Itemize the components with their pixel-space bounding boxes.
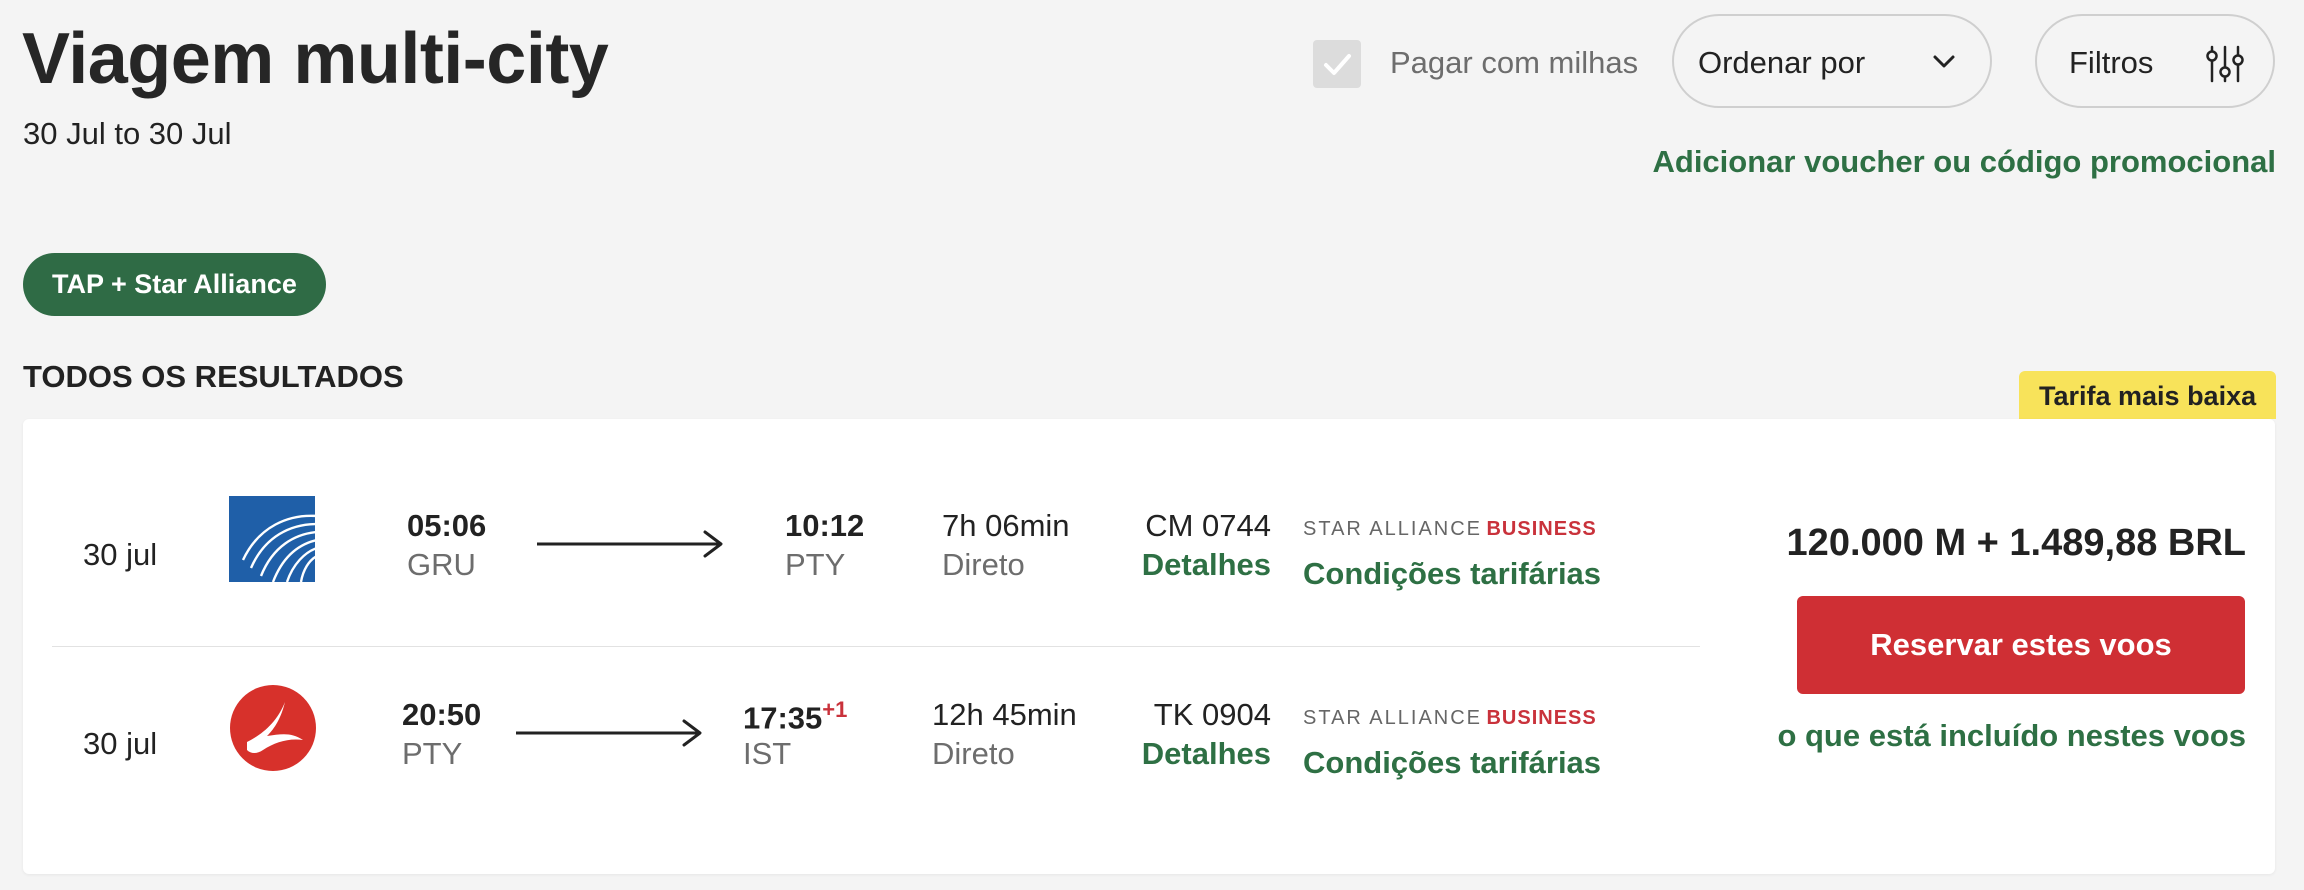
segment-2-date: 30 jul xyxy=(83,726,158,761)
segment-1-cabin-label: STAR ALLIANCE BUSINESS xyxy=(1303,518,1597,541)
arrow-right-icon xyxy=(516,719,702,747)
filters-button[interactable]: Filtros xyxy=(2035,14,2275,108)
segment-2-details-link[interactable]: Detalhes xyxy=(1142,736,1271,772)
lowest-fare-badge: Tarifa mais baixa xyxy=(2019,371,2277,419)
segment-2-arrive-time: 17:35+1 xyxy=(743,697,847,736)
page-title: Viagem multi-city xyxy=(22,19,609,99)
tap-star-alliance-chip[interactable]: TAP + Star Alliance xyxy=(23,253,326,316)
add-voucher-link[interactable]: Adicionar voucher ou código promocional xyxy=(1653,144,2277,180)
segment-2-fare-conditions-link[interactable]: Condições tarifárias xyxy=(1303,745,1601,781)
segment-1-arrive-time: 10:12 xyxy=(785,508,865,543)
segment-1-date: 30 jul xyxy=(83,537,158,572)
sort-dropdown-label: Ordenar por xyxy=(1698,45,1866,80)
segment-1-stops: Direto xyxy=(942,547,1025,582)
segment-2-depart-time: 20:50 xyxy=(402,697,482,732)
segment-2-arrive-code: IST xyxy=(743,736,792,771)
segment-2-duration: 12h 45min xyxy=(932,697,1077,732)
segment-2-arrive-time-value: 17:35 xyxy=(743,700,823,736)
segment-2-stops: Direto xyxy=(932,736,1015,771)
turkish-airlines-logo-icon xyxy=(229,684,317,772)
segment-1-fare-conditions-link[interactable]: Condições tarifárias xyxy=(1303,556,1601,592)
star-alliance-label: STAR ALLIANCE xyxy=(1303,707,1483,729)
pay-with-miles-checkbox[interactable] xyxy=(1313,40,1361,88)
segment-2-depart-code: PTY xyxy=(402,736,463,771)
results-heading: TODOS OS RESULTADOS xyxy=(23,359,404,394)
segment-1-details-link[interactable]: Detalhes xyxy=(1142,547,1271,583)
copa-airlines-logo-icon xyxy=(229,496,318,583)
filters-button-label: Filtros xyxy=(2069,45,2154,80)
segment-1-depart-time: 05:06 xyxy=(407,508,487,543)
sliders-icon xyxy=(2206,45,2244,83)
book-flights-button[interactable]: Reservar estes voos xyxy=(1797,596,2245,694)
whats-included-link[interactable]: o que está incluído nestes voos xyxy=(1777,718,2246,754)
segment-1-flight-number: CM 0744 xyxy=(1145,508,1271,543)
segment-2-cabin-label: STAR ALLIANCE BUSINESS xyxy=(1303,707,1597,730)
cabin-class-label: BUSINESS xyxy=(1486,707,1597,729)
arrow-right-icon xyxy=(537,530,723,558)
segment-1-arrive-code: PTY xyxy=(785,547,846,582)
star-alliance-label: STAR ALLIANCE xyxy=(1303,518,1483,540)
chevron-down-icon xyxy=(1933,55,1955,68)
trip-dates: 30 Jul to 30 Jul xyxy=(23,116,232,151)
pay-with-miles-label[interactable]: Pagar com milhas xyxy=(1390,45,1638,81)
segment-2-flight-number: TK 0904 xyxy=(1153,697,1271,732)
segment-1-depart-code: GRU xyxy=(407,547,476,582)
next-day-indicator: +1 xyxy=(822,697,848,722)
total-price: 120.000 M + 1.489,88 BRL xyxy=(1786,522,2246,564)
cabin-class-label: BUSINESS xyxy=(1486,518,1597,540)
segment-1-duration: 7h 06min xyxy=(942,508,1070,543)
checkmark-icon xyxy=(1324,54,1351,75)
segment-divider xyxy=(52,646,1700,647)
sort-dropdown[interactable]: Ordenar por xyxy=(1672,14,1992,108)
